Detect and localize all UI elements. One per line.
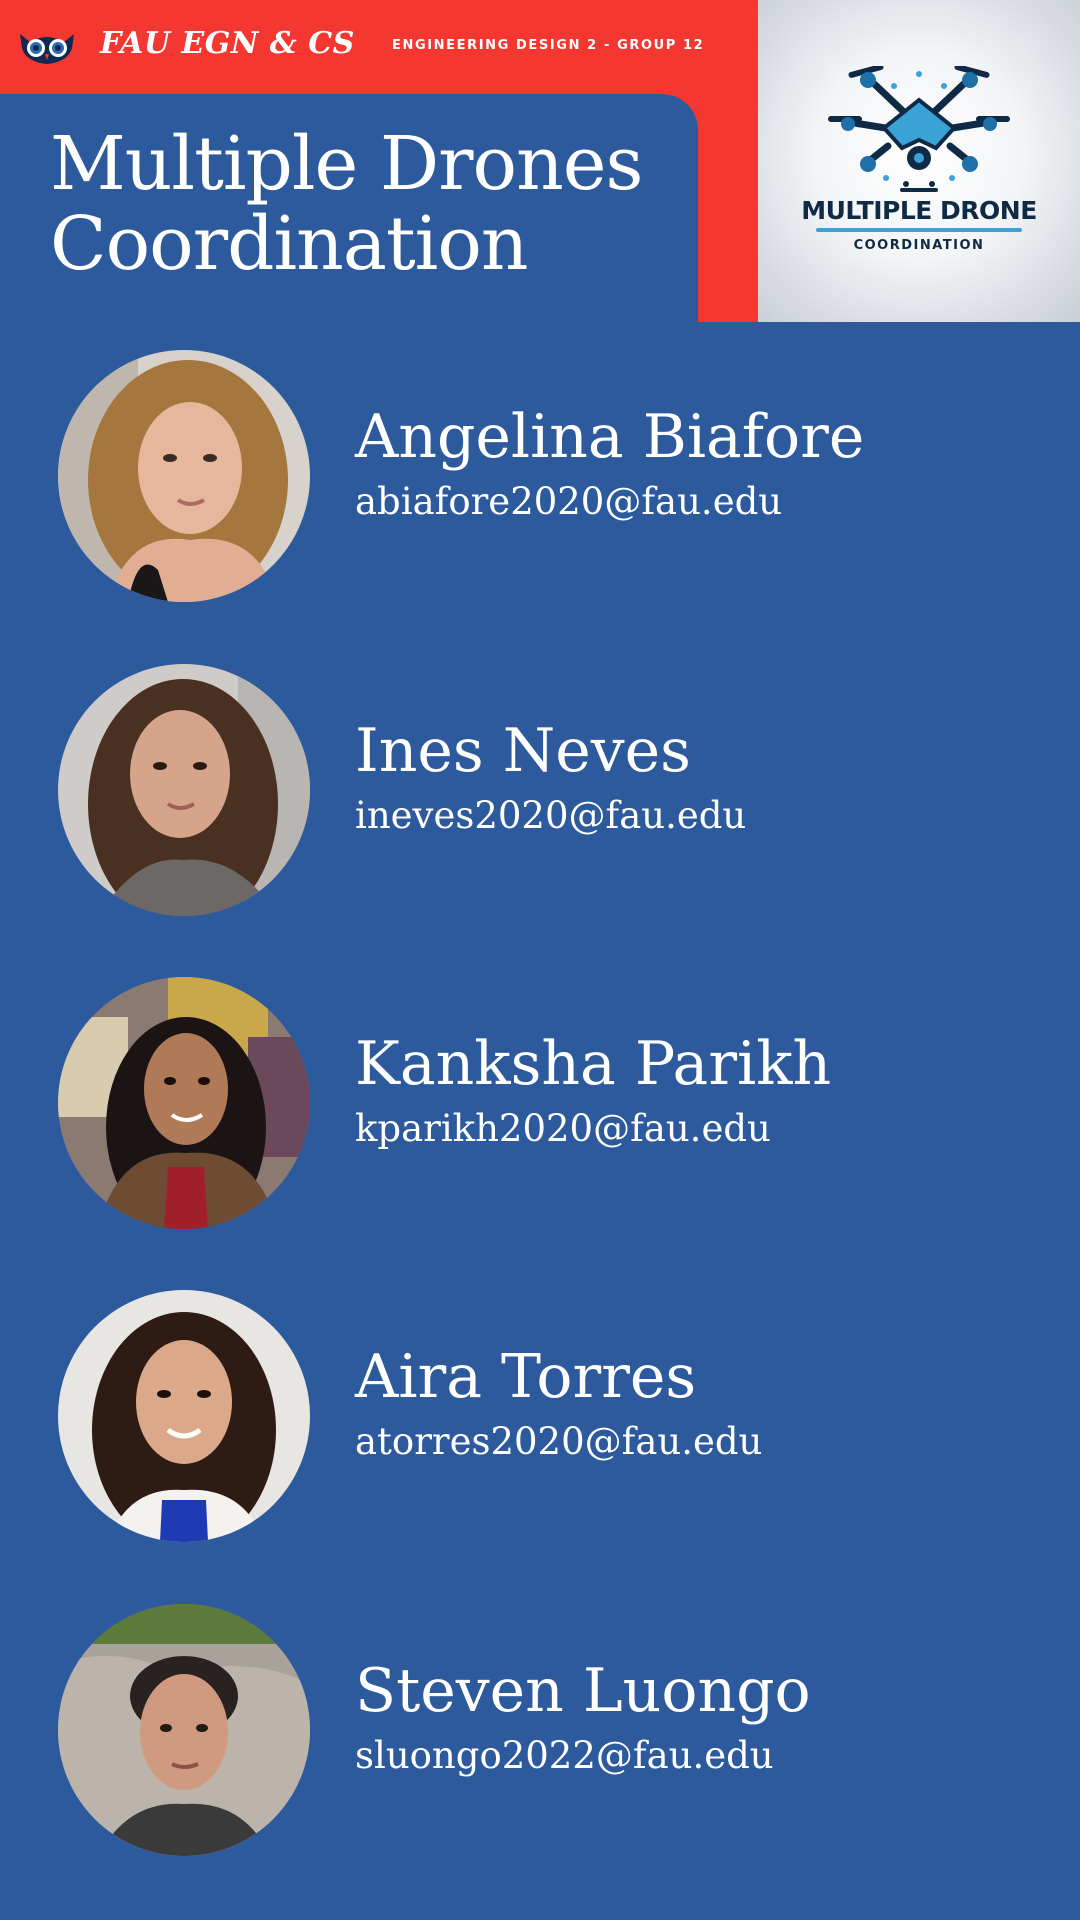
member-card: Kanksha Parikh kparikh2020@fau.edu bbox=[0, 977, 1080, 1229]
title-box: Multiple Drones Coordination bbox=[0, 94, 698, 322]
avatar bbox=[58, 1604, 310, 1856]
avatar-image bbox=[58, 977, 310, 1229]
logo-title: MULTIPLE DRONE bbox=[801, 196, 1037, 225]
member-name: Angelina Biafore bbox=[355, 402, 865, 472]
brand-label: FAU EGN & CS bbox=[100, 26, 355, 61]
top-bar: FAU EGN & CS ENGINEERING DESIGN 2 - GROU… bbox=[0, 0, 758, 94]
member-email[interactable]: atorres2020@fau.edu bbox=[355, 1420, 762, 1463]
member-email[interactable]: abiafore2020@fau.edu bbox=[355, 480, 782, 523]
member-email[interactable]: sluongo2022@fau.edu bbox=[355, 1734, 774, 1777]
avatar-image bbox=[58, 664, 310, 916]
avatar-image bbox=[58, 1604, 310, 1856]
member-name: Steven Luongo bbox=[355, 1656, 811, 1726]
drone-icon bbox=[828, 66, 1010, 192]
member-email[interactable]: ineves2020@fau.edu bbox=[355, 794, 746, 837]
member-name: Kanksha Parikh bbox=[355, 1029, 832, 1099]
avatar bbox=[58, 664, 310, 916]
member-name: Ines Neves bbox=[355, 716, 691, 786]
page-title-line-1: Multiple Drones bbox=[50, 121, 644, 207]
avatar bbox=[58, 1290, 310, 1542]
page-title-line-2: Coordination bbox=[50, 201, 529, 287]
header-red-panel: FAU EGN & CS ENGINEERING DESIGN 2 - GROU… bbox=[0, 0, 758, 322]
member-card: Aira Torres atorres2020@fau.edu bbox=[0, 1290, 1080, 1542]
member-email[interactable]: kparikh2020@fau.edu bbox=[355, 1107, 771, 1150]
member-card: Ines Neves ineves2020@fau.edu bbox=[0, 664, 1080, 916]
owl-icon bbox=[20, 34, 74, 64]
avatar bbox=[58, 350, 310, 602]
member-name: Aira Torres bbox=[355, 1342, 697, 1412]
header: FAU EGN & CS ENGINEERING DESIGN 2 - GROU… bbox=[0, 0, 1080, 322]
avatar bbox=[58, 977, 310, 1229]
member-card: Steven Luongo sluongo2022@fau.edu bbox=[0, 1604, 1080, 1856]
header-subtitle: ENGINEERING DESIGN 2 - GROUP 12 bbox=[392, 38, 705, 53]
logo-subtitle: COORDINATION bbox=[853, 238, 985, 253]
page-title: Multiple Drones Coordination bbox=[50, 124, 690, 284]
member-card: Angelina Biafore abiafore2020@fau.edu bbox=[0, 350, 1080, 602]
project-logo: MULTIPLE DRONE COORDINATION bbox=[758, 0, 1080, 322]
logo-divider bbox=[816, 228, 1022, 232]
avatar-image bbox=[58, 350, 310, 602]
avatar-image bbox=[58, 1290, 310, 1542]
